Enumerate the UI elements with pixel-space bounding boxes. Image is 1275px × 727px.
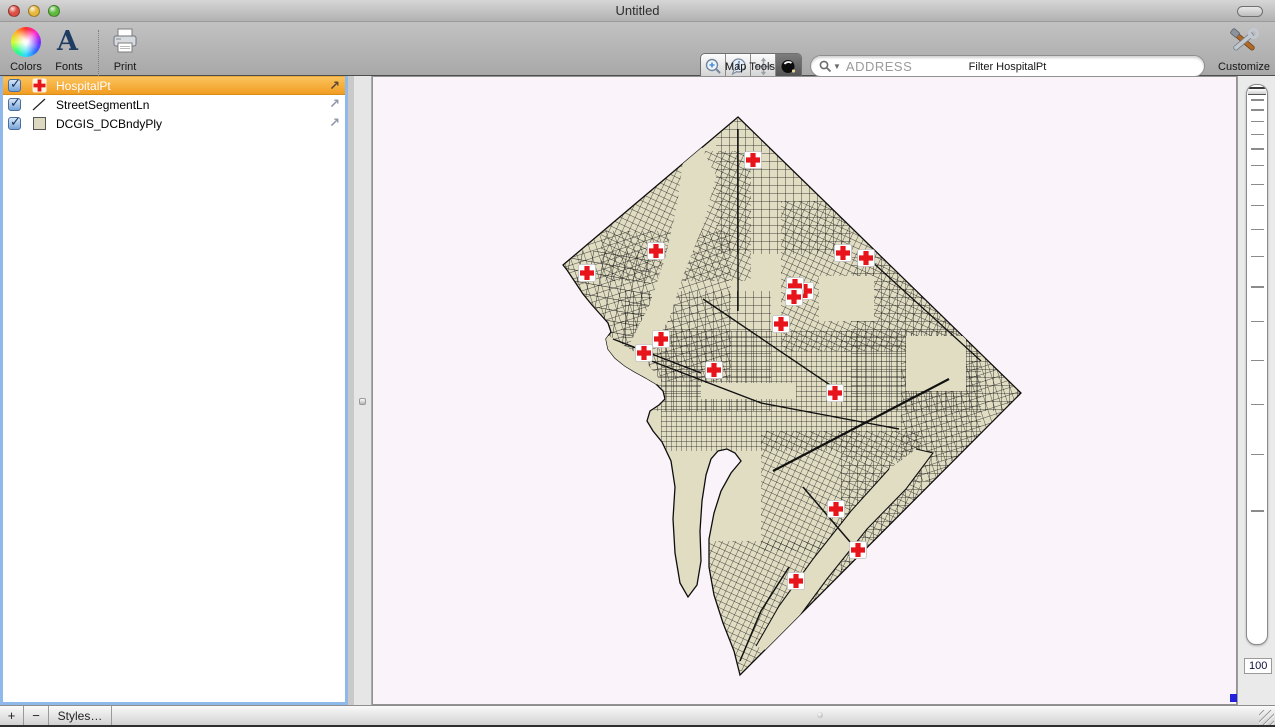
layer-checkbox[interactable]: ✓ bbox=[8, 79, 21, 92]
colors-button[interactable] bbox=[11, 27, 41, 57]
hospital-marker[interactable] bbox=[579, 265, 596, 282]
printer-icon bbox=[110, 27, 140, 57]
jump-to-layer-icon[interactable]: ↗ bbox=[329, 115, 340, 131]
remove-layer-button[interactable]: − bbox=[24, 706, 49, 725]
slider-tick bbox=[1251, 321, 1264, 323]
red-cross-point-icon bbox=[30, 78, 48, 93]
hospital-marker[interactable] bbox=[636, 345, 653, 362]
toolbar: Colors A Fonts Print bbox=[0, 22, 1275, 76]
hammer-wrench-icon bbox=[1228, 27, 1260, 57]
layer-checkbox[interactable]: ✓ bbox=[8, 98, 21, 111]
line-symbol-icon bbox=[30, 98, 48, 111]
hospital-marker[interactable] bbox=[653, 331, 670, 348]
slider-tick bbox=[1251, 256, 1264, 258]
slider-tick bbox=[1251, 404, 1264, 406]
zoom-rail: 100 bbox=[1237, 76, 1275, 705]
hospital-marker[interactable] bbox=[648, 243, 665, 260]
splitter[interactable] bbox=[354, 76, 372, 705]
hospital-marker[interactable] bbox=[828, 501, 845, 518]
layer-name: HospitalPt bbox=[56, 79, 111, 93]
color-wheel-icon bbox=[11, 27, 41, 57]
map-canvas[interactable] bbox=[372, 76, 1237, 705]
hospital-marker[interactable] bbox=[850, 542, 867, 559]
zoom-slider[interactable] bbox=[1246, 84, 1268, 645]
slider-tick bbox=[1251, 134, 1264, 136]
print-button[interactable] bbox=[110, 27, 140, 62]
add-layer-button[interactable]: + bbox=[0, 706, 24, 725]
slider-tick bbox=[1251, 148, 1264, 150]
dc-map bbox=[373, 77, 1238, 706]
layer-row-dcgis-dcbndyply[interactable]: ✓ DCGIS_DCBndyPly ↗ bbox=[3, 114, 345, 133]
layer-list: ✓ HospitalPt ↗ ✓ StreetSegmentLn ↗ ✓ DCG… bbox=[0, 76, 348, 705]
font-icon: A bbox=[57, 27, 78, 57]
hospital-marker[interactable] bbox=[827, 385, 844, 402]
splitter-grip[interactable] bbox=[359, 398, 366, 405]
layer-row-streetsegmentln[interactable]: ✓ StreetSegmentLn ↗ bbox=[3, 95, 345, 114]
layer-row-hospitalpt[interactable]: ✓ HospitalPt ↗ bbox=[3, 76, 345, 95]
slider-tick bbox=[1251, 205, 1264, 207]
slider-tick bbox=[1251, 109, 1264, 111]
hospital-marker[interactable] bbox=[745, 152, 762, 169]
fonts-label: Fonts bbox=[44, 61, 94, 73]
slider-tick bbox=[1251, 454, 1264, 456]
layer-checkbox[interactable]: ✓ bbox=[8, 117, 21, 130]
hospital-marker[interactable] bbox=[773, 316, 790, 333]
styles-button[interactable]: Styles… bbox=[49, 706, 112, 725]
filter-label: Filter HospitalPt bbox=[810, 61, 1205, 73]
layer-name: StreetSegmentLn bbox=[56, 98, 149, 112]
layer-name: DCGIS_DCBndyPly bbox=[56, 117, 162, 131]
toolbar-divider bbox=[98, 30, 99, 78]
window-resize-grip[interactable] bbox=[1259, 710, 1274, 725]
app-window: Untitled Colors A Fonts Print bbox=[0, 0, 1275, 727]
hospital-marker[interactable] bbox=[835, 245, 852, 262]
jump-to-layer-icon[interactable]: ↗ bbox=[329, 96, 340, 112]
slider-tick bbox=[1251, 99, 1264, 101]
bottom-bar: + − Styles… bbox=[0, 705, 1275, 727]
slider-tick bbox=[1251, 360, 1264, 362]
slider-tick bbox=[1251, 286, 1264, 288]
fonts-button[interactable]: A bbox=[57, 27, 78, 57]
slider-tick bbox=[1251, 121, 1264, 123]
hospital-marker[interactable] bbox=[786, 289, 803, 306]
hospital-marker[interactable] bbox=[788, 573, 805, 590]
toolbar-toggle-button[interactable] bbox=[1237, 6, 1263, 17]
slider-tick bbox=[1251, 229, 1264, 231]
map-tools-label: Map Tools bbox=[695, 61, 805, 73]
zoom-slider-handle[interactable] bbox=[1248, 87, 1266, 95]
hospital-marker[interactable] bbox=[858, 250, 875, 267]
splitter-dimple bbox=[817, 712, 823, 718]
print-label: Print bbox=[100, 61, 150, 73]
customize-button[interactable] bbox=[1228, 27, 1260, 62]
slider-tick bbox=[1251, 510, 1264, 512]
polygon-symbol-icon bbox=[30, 117, 48, 130]
hospital-marker[interactable] bbox=[706, 362, 723, 379]
customize-label: Customize bbox=[1213, 61, 1275, 73]
title-bar: Untitled bbox=[0, 0, 1275, 22]
window-title: Untitled bbox=[0, 3, 1275, 18]
slider-tick bbox=[1251, 165, 1264, 167]
jump-to-layer-icon[interactable]: ↗ bbox=[329, 78, 340, 94]
zoom-percent-field[interactable]: 100 bbox=[1244, 658, 1272, 674]
slider-tick bbox=[1251, 184, 1264, 186]
